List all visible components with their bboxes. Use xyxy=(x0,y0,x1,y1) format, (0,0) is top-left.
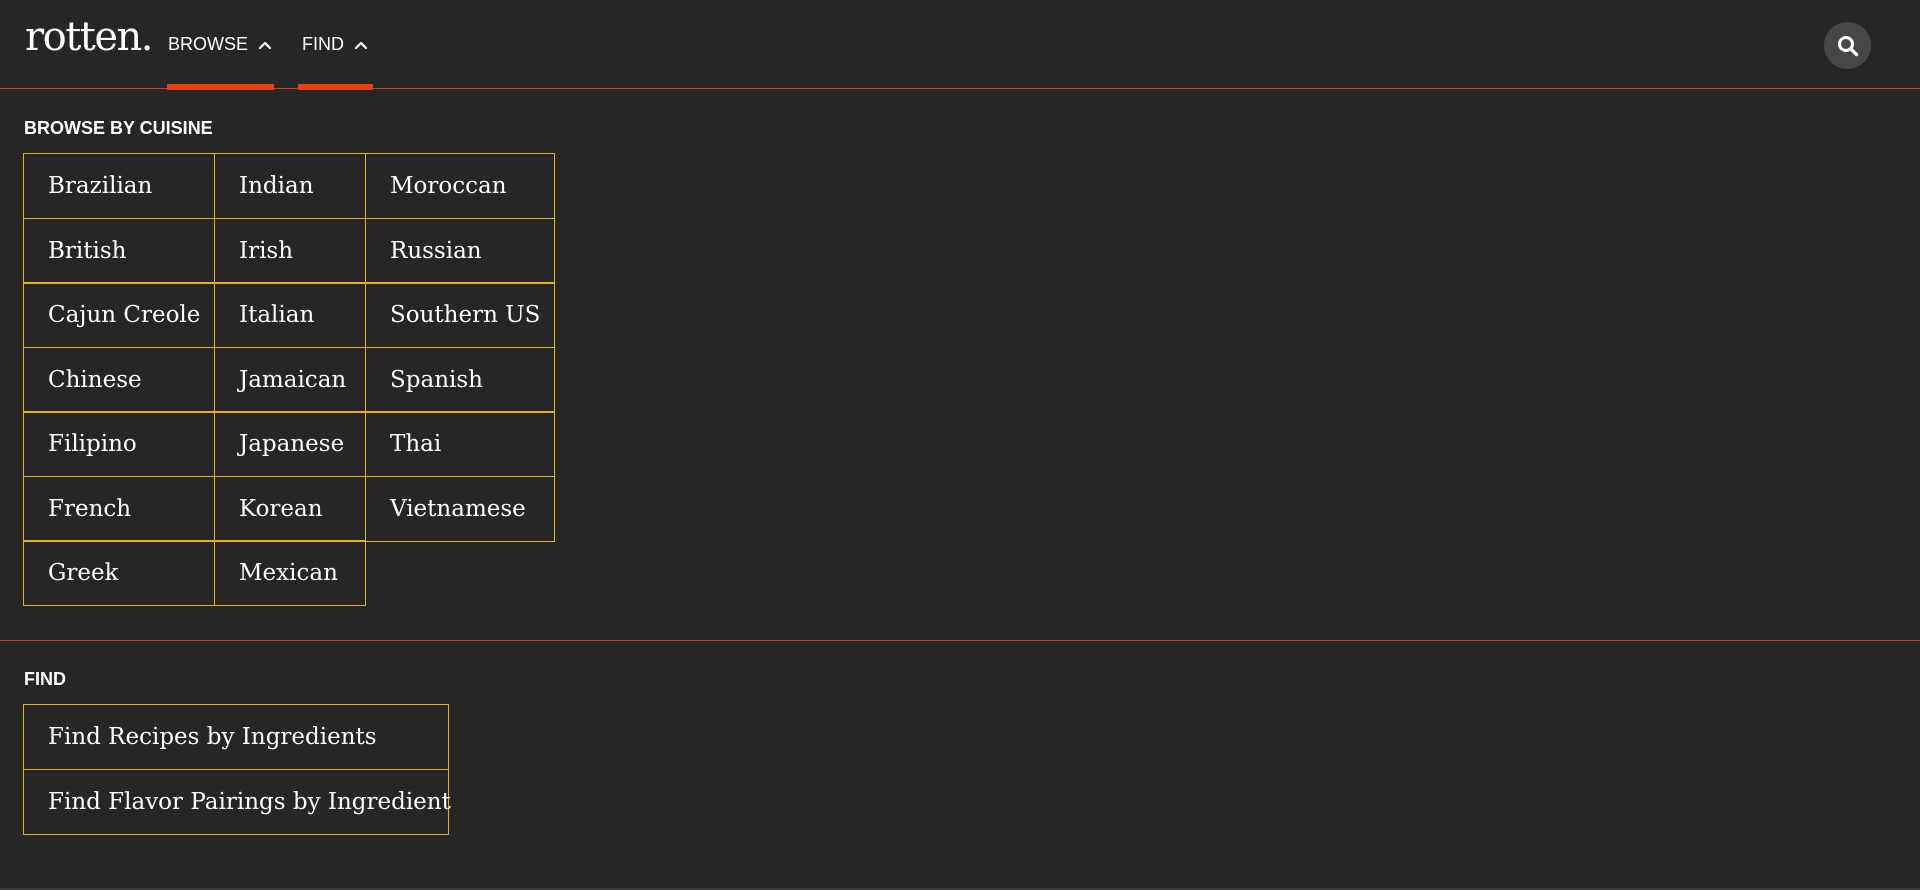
cuisine-link[interactable]: Irish xyxy=(214,218,366,284)
cuisine-link[interactable]: Jamaican xyxy=(214,347,366,413)
nav-browse-label: BROWSE xyxy=(167,34,248,54)
find-section-title: FIND xyxy=(24,669,66,689)
cuisine-link[interactable]: Vietnamese xyxy=(365,476,555,542)
cuisine-link[interactable]: Spanish xyxy=(365,347,555,413)
cuisine-link[interactable]: Brazilian xyxy=(23,153,215,219)
cuisine-link[interactable]: Chinese xyxy=(23,347,215,413)
find-link[interactable]: Find Flavor Pairings by Ingredient xyxy=(23,769,451,835)
cuisine-link[interactable]: Greek xyxy=(23,540,215,606)
section-divider xyxy=(0,640,1920,641)
site-logo[interactable]: rotten. xyxy=(25,14,154,60)
find-link[interactable]: Find Recipes by Ingredients xyxy=(23,704,449,770)
cuisine-link[interactable]: Korean xyxy=(214,476,366,542)
cuisine-link[interactable]: British xyxy=(23,218,215,284)
search-icon xyxy=(1837,35,1858,56)
browse-section-title: BROWSE BY CUISINE xyxy=(24,118,213,138)
cuisine-link[interactable]: Southern US xyxy=(365,282,555,348)
cuisine-link[interactable]: Italian xyxy=(214,282,366,348)
cuisine-link[interactable]: Cajun Creole xyxy=(23,282,215,348)
cuisine-link[interactable]: Russian xyxy=(365,218,555,284)
nav-find-active-indicator xyxy=(298,84,373,90)
cuisine-link[interactable]: Thai xyxy=(365,411,555,477)
cuisine-link[interactable]: Mexican xyxy=(214,540,366,606)
chevron-up-icon xyxy=(258,41,272,49)
site-header: rotten. BROWSE FIND xyxy=(0,0,1920,90)
cuisine-link[interactable]: French xyxy=(23,476,215,542)
cuisine-link[interactable]: Filipino xyxy=(23,411,215,477)
search-button[interactable] xyxy=(1824,22,1871,69)
nav-find[interactable]: FIND xyxy=(298,0,373,90)
nav-find-label: FIND xyxy=(302,34,344,54)
nav-browse[interactable]: BROWSE xyxy=(167,0,274,90)
cuisine-link[interactable]: Indian xyxy=(214,153,366,219)
cuisine-link[interactable]: Japanese xyxy=(214,411,366,477)
chevron-up-icon xyxy=(354,41,368,49)
nav-browse-active-indicator xyxy=(167,84,274,90)
cuisine-link[interactable]: Moroccan xyxy=(365,153,555,219)
